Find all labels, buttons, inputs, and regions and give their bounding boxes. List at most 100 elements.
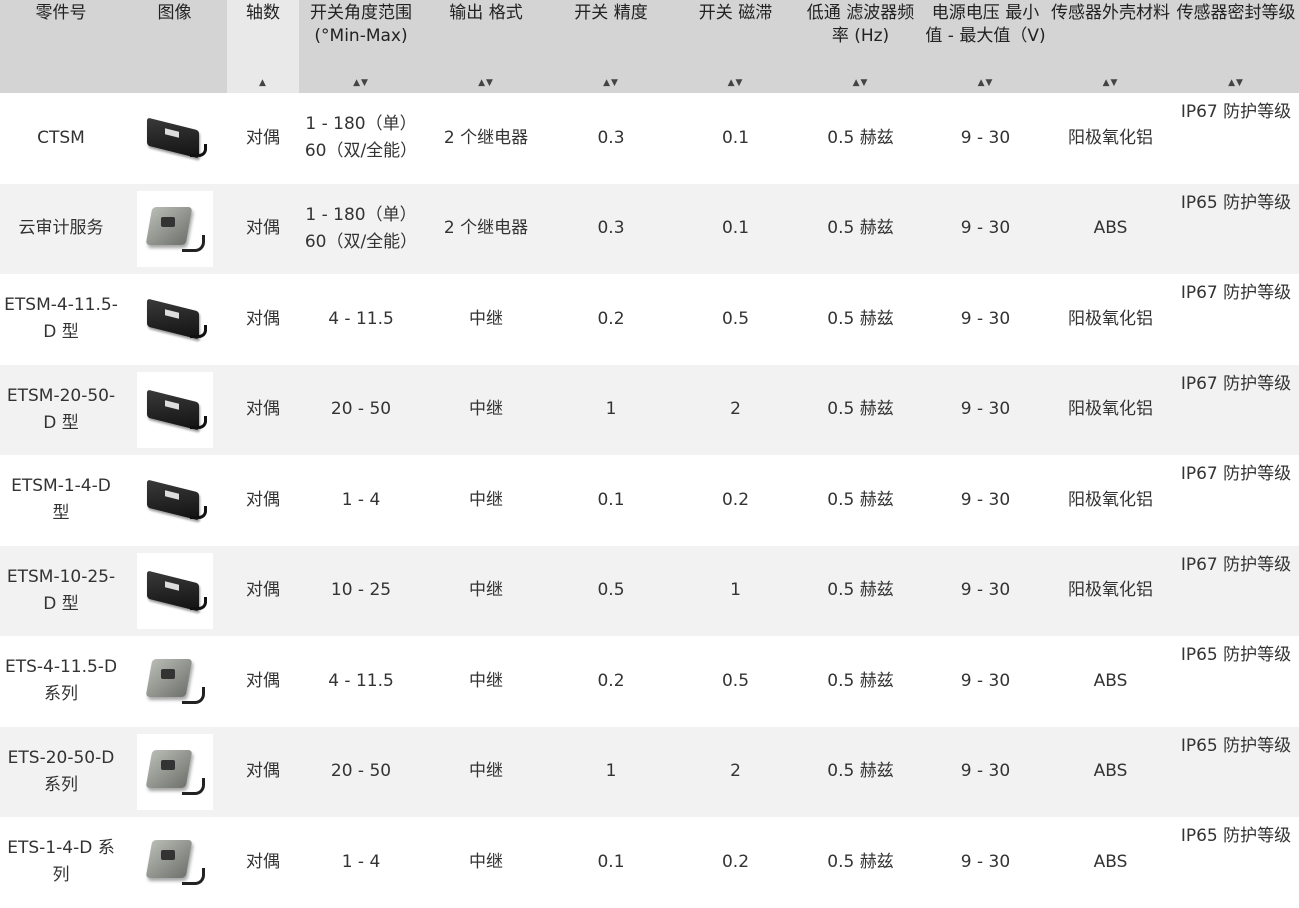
- col-header-switch-hysteresis[interactable]: 开关 磁滞 ▲▼: [673, 0, 798, 93]
- switch-range-cell: 1 - 180（单） 60（双/全能）: [299, 183, 423, 274]
- housing-cell: 阳极氧化铝: [1048, 364, 1173, 455]
- header-label: 开关角度范围 (°Min-Max): [310, 3, 412, 46]
- housing-cell: ABS: [1048, 726, 1173, 817]
- image-cell[interactable]: [122, 545, 227, 636]
- switch-range-cell: 4 - 11.5: [299, 274, 423, 365]
- col-header-output-format[interactable]: 输出 格式 ▲▼: [423, 0, 549, 93]
- hysteresis-cell: 1: [673, 545, 798, 636]
- hysteresis-cell: 2: [673, 726, 798, 817]
- housing-cell: ABS: [1048, 183, 1173, 274]
- col-header-switch-range[interactable]: 开关角度范围 (°Min-Max) ▲▼: [299, 0, 423, 93]
- accuracy-cell: 1: [549, 726, 673, 817]
- part-number-cell[interactable]: ETS-4-11.5-D 系列: [0, 636, 122, 727]
- grey-sensor-icon: [143, 834, 207, 890]
- filter-cell: 0.5 赫兹: [798, 274, 923, 365]
- image-cell[interactable]: [122, 93, 227, 184]
- filter-cell: 0.5 赫兹: [798, 364, 923, 455]
- accuracy-cell: 0.3: [549, 183, 673, 274]
- col-header-switch-accuracy[interactable]: 开关 精度 ▲▼: [549, 0, 673, 93]
- product-image[interactable]: [136, 371, 213, 448]
- table-row: ETSM-4-11.5-D 型 对偶 4 - 11.5 中继 0.2 0.5 0…: [0, 274, 1299, 365]
- switch-range-cell: 10 - 25: [299, 545, 423, 636]
- axes-cell: 对偶: [227, 274, 299, 365]
- product-image[interactable]: [136, 462, 213, 539]
- axes-cell: 对偶: [227, 726, 299, 817]
- image-cell[interactable]: [122, 455, 227, 546]
- col-header-axes[interactable]: 轴数 ▲: [227, 0, 299, 93]
- sort-toggle-icon[interactable]: ▲▼: [673, 78, 798, 88]
- col-header-sealing-rating[interactable]: 传感器密封等级 ▲▼: [1173, 0, 1299, 93]
- table-row: ETSM-1-4-D 型 对偶 1 - 4 中继 0.1 0.2 0.5 赫兹 …: [0, 455, 1299, 546]
- filter-cell: 0.5 赫兹: [798, 455, 923, 546]
- col-header-supply-voltage[interactable]: 电源电压 最小值 - 最大值（V) ▲▼: [923, 0, 1048, 93]
- product-image[interactable]: [136, 190, 213, 267]
- sealing-cell: IP65 防护等级: [1173, 636, 1299, 727]
- housing-cell: 阳极氧化铝: [1048, 455, 1173, 546]
- hysteresis-cell: 0.1: [673, 183, 798, 274]
- image-cell[interactable]: [122, 726, 227, 817]
- sort-toggle-icon[interactable]: ▲▼: [423, 78, 549, 88]
- header-label: 输出 格式: [449, 3, 523, 23]
- product-image[interactable]: [136, 281, 213, 358]
- switch-range-cell: 20 - 50: [299, 726, 423, 817]
- header-label: 电源电压 最小值 - 最大值（V): [925, 3, 1046, 46]
- sealing-cell: IP67 防护等级: [1173, 545, 1299, 636]
- product-image[interactable]: [136, 552, 213, 629]
- sealing-cell: IP67 防护等级: [1173, 274, 1299, 365]
- sort-toggle-icon[interactable]: ▲▼: [549, 78, 673, 88]
- product-image[interactable]: [136, 733, 213, 810]
- grey-sensor-icon: [143, 201, 207, 257]
- part-number-cell[interactable]: ETSM-20-50-D 型: [0, 364, 122, 455]
- axes-cell: 对偶: [227, 93, 299, 184]
- housing-cell: 阳极氧化铝: [1048, 545, 1173, 636]
- axes-cell: 对偶: [227, 636, 299, 727]
- black-sensor-icon: [143, 298, 207, 340]
- part-number-cell[interactable]: ETS-20-50-D 系列: [0, 726, 122, 817]
- col-header-housing-material[interactable]: 传感器外壳材料 ▲▼: [1048, 0, 1173, 93]
- sort-toggle-icon[interactable]: ▲▼: [1173, 78, 1299, 88]
- voltage-cell: 9 - 30: [923, 274, 1048, 365]
- header-label: 开关 磁滞: [698, 3, 773, 23]
- sort-asc-icon[interactable]: ▲: [227, 78, 299, 88]
- table-row: ETSM-20-50-D 型 对偶 20 - 50 中继 1 2 0.5 赫兹 …: [0, 364, 1299, 455]
- image-cell[interactable]: [122, 183, 227, 274]
- output-format-cell: 2 个继电器: [423, 183, 549, 274]
- col-header-lowpass-filter[interactable]: 低通 滤波器频率 (Hz) ▲▼: [798, 0, 923, 93]
- sort-toggle-icon[interactable]: ▲▼: [1048, 78, 1173, 88]
- sort-toggle-icon[interactable]: ▲▼: [299, 78, 423, 88]
- hysteresis-cell: 0.2: [673, 455, 798, 546]
- accuracy-cell: 0.5: [549, 545, 673, 636]
- hysteresis-cell: 0.5: [673, 636, 798, 727]
- output-format-cell: 中继: [423, 455, 549, 546]
- part-number-cell[interactable]: CTSM: [0, 93, 122, 184]
- black-sensor-icon: [143, 479, 207, 521]
- col-header-image: 图像: [122, 0, 227, 93]
- sort-toggle-icon[interactable]: ▲▼: [923, 78, 1048, 88]
- product-image[interactable]: [136, 100, 213, 177]
- output-format-cell: 中继: [423, 726, 549, 817]
- filter-cell: 0.5 赫兹: [798, 545, 923, 636]
- sort-toggle-icon[interactable]: ▲▼: [798, 78, 923, 88]
- switch-range-cell: 1 - 180（单） 60（双/全能）: [299, 93, 423, 184]
- housing-cell: 阳极氧化铝: [1048, 274, 1173, 365]
- voltage-cell: 9 - 30: [923, 93, 1048, 184]
- product-table: 零件号 图像 轴数 ▲ 开关角度范围 (°Min-Max) ▲▼ 输出 格式 ▲▼ 开…: [0, 0, 1299, 908]
- axes-cell: 对偶: [227, 455, 299, 546]
- image-cell[interactable]: [122, 364, 227, 455]
- part-number-cell[interactable]: ETSM-10-25-D 型: [0, 545, 122, 636]
- table-row: ETSM-10-25-D 型 对偶 10 - 25 中继 0.5 1 0.5 赫…: [0, 545, 1299, 636]
- part-number-cell[interactable]: 云审计服务: [0, 183, 122, 274]
- table-row: CTSM 对偶 1 - 180（单） 60（双/全能） 2 个继电器 0.3 0…: [0, 93, 1299, 184]
- header-label: 传感器外壳材料: [1051, 3, 1170, 23]
- image-cell[interactable]: [122, 274, 227, 365]
- sealing-cell: IP67 防护等级: [1173, 455, 1299, 546]
- col-header-part-number: 零件号: [0, 0, 122, 93]
- table-row: ETS-4-11.5-D 系列 对偶 4 - 11.5 中继 0.2 0.5 0…: [0, 636, 1299, 727]
- product-image[interactable]: [136, 643, 213, 720]
- housing-cell: ABS: [1048, 636, 1173, 727]
- hysteresis-cell: 2: [673, 364, 798, 455]
- part-number-cell[interactable]: ETSM-4-11.5-D 型: [0, 274, 122, 365]
- image-cell[interactable]: [122, 636, 227, 727]
- part-number-cell[interactable]: ETSM-1-4-D 型: [0, 455, 122, 546]
- product-image[interactable]: [136, 824, 213, 901]
